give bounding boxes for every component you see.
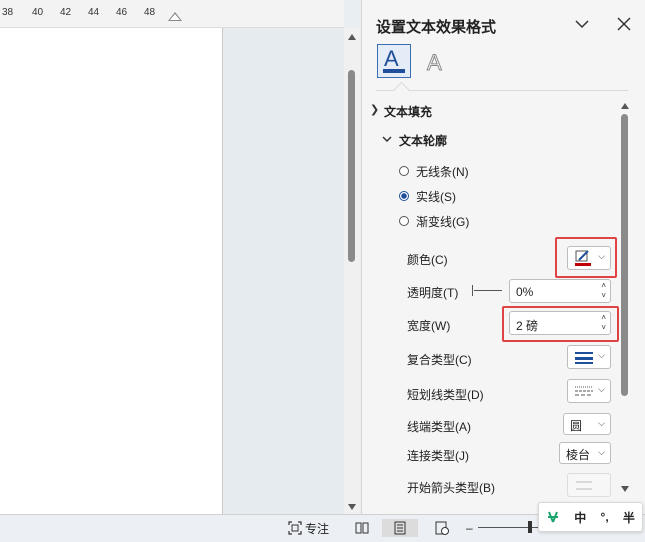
pane-scrollbar[interactable] — [618, 100, 632, 496]
ruler-tick: 48 — [144, 7, 156, 18]
print-layout-button[interactable] — [382, 519, 418, 537]
scroll-down-icon[interactable] — [621, 486, 629, 492]
web-layout-icon — [435, 521, 449, 535]
underline-bar — [383, 69, 405, 73]
page-icon — [394, 521, 406, 535]
ime-width[interactable]: 半 — [623, 509, 635, 526]
section-text-outline[interactable]: 文本轮廓 — [399, 132, 447, 149]
join-type-dropdown[interactable]: 棱台 ⌵ — [559, 442, 611, 464]
ruler-tick: 40 — [32, 7, 44, 18]
focus-icon — [288, 521, 302, 535]
spin-arrows-icon[interactable]: ˄ ˅ — [601, 281, 606, 301]
outline-color-dropdown[interactable]: ⌵ — [567, 246, 611, 270]
tab-divider — [376, 90, 628, 91]
web-layout-button[interactable] — [431, 519, 453, 537]
arrow-begin-dropdown — [567, 473, 611, 497]
chevron-down-icon: ⌵ — [598, 418, 605, 428]
format-text-effects-pane: 设置文本效果格式 A A ❯ 文本填充 文本轮廓 无线条(N) 实线(S) 渐变… — [361, 0, 645, 514]
transparency-spinner[interactable]: 0% ˄ ˅ — [509, 279, 611, 303]
arrow-type-icon — [576, 481, 592, 490]
document-scrollbar[interactable] — [344, 28, 360, 514]
width-label: 宽度(W) — [407, 319, 451, 333]
horizontal-ruler: 38 40 42 44 46 48 — [0, 0, 222, 28]
transparency-label: 透明度(T) — [407, 286, 459, 300]
radio-label: 渐变线(G) — [416, 214, 470, 229]
color-label: 颜色(C) — [407, 253, 448, 267]
book-icon — [355, 522, 369, 534]
dash-lines-icon — [575, 386, 593, 396]
cap-type-dropdown[interactable]: 圆 ⌵ — [563, 413, 611, 435]
text-effects-tab-icon[interactable]: A — [424, 48, 448, 76]
ruler-tick: 46 — [116, 7, 128, 18]
transparency-slider[interactable] — [472, 285, 502, 296]
svg-text:A: A — [427, 50, 442, 75]
join-type-label: 连接类型(J) — [407, 449, 469, 463]
chevron-down-icon: ⌵ — [598, 447, 605, 457]
chevron-down-icon: ⌵ — [598, 350, 605, 360]
radio-button[interactable] — [399, 216, 409, 226]
ime-logo-icon[interactable] — [546, 510, 560, 524]
chevron-down-icon: ⌵ — [598, 384, 605, 394]
radio-solid-line[interactable]: 实线(S) — [399, 188, 456, 204]
compound-lines-icon — [575, 352, 593, 364]
radio-no-line[interactable]: 无线条(N) — [399, 163, 469, 179]
chevron-right-icon[interactable]: ❯ — [370, 103, 379, 116]
scroll-thumb[interactable] — [348, 70, 355, 262]
cap-type-label: 线端类型(A) — [407, 420, 471, 434]
join-type-value: 棱台 — [566, 448, 591, 462]
document-background — [223, 28, 344, 514]
zoom-slider-thumb[interactable] — [528, 521, 532, 533]
read-mode-button[interactable] — [351, 519, 373, 537]
ime-punctuation[interactable]: °, — [601, 510, 609, 524]
text-fill-outline-tab[interactable]: A — [377, 44, 411, 78]
ime-mode[interactable]: 中 — [574, 509, 586, 526]
focus-mode-button[interactable]: 专注 — [288, 519, 329, 537]
scroll-down-icon[interactable] — [348, 504, 356, 510]
radio-label: 无线条(N) — [416, 164, 469, 179]
ruler-tick: 38 — [2, 7, 14, 18]
scroll-thumb[interactable] — [621, 114, 628, 396]
radio-gradient-line[interactable]: 渐变线(G) — [399, 213, 469, 229]
right-indent-marker[interactable] — [168, 12, 182, 21]
radio-button-selected[interactable] — [399, 191, 409, 201]
zoom-out-icon[interactable]: – — [466, 519, 473, 537]
dash-type-label: 短划线类型(D) — [407, 388, 484, 402]
chevron-down-icon: ⌵ — [598, 251, 605, 261]
compound-type-dropdown[interactable]: ⌵ — [567, 345, 611, 369]
dash-type-dropdown[interactable]: ⌵ — [567, 379, 611, 403]
section-text-fill[interactable]: 文本填充 — [384, 103, 432, 120]
radio-label: 实线(S) — [416, 189, 456, 204]
close-icon[interactable] — [614, 14, 634, 34]
transparency-value[interactable]: 0% — [516, 285, 533, 299]
document-page[interactable] — [0, 28, 223, 514]
radio-button[interactable] — [399, 166, 409, 176]
ruler-tick: 44 — [88, 7, 100, 18]
pen-color-icon — [575, 250, 591, 266]
compound-type-label: 复合类型(C) — [407, 353, 472, 367]
focus-label: 专注 — [305, 521, 330, 536]
chevron-down-icon[interactable] — [382, 134, 392, 144]
scroll-up-icon[interactable] — [621, 103, 629, 109]
width-spinner[interactable]: 2 磅 ˄ ˅ — [509, 311, 611, 335]
spin-arrows-icon[interactable]: ˄ ˅ — [601, 313, 606, 333]
scroll-up-icon[interactable] — [348, 34, 356, 40]
arrow-begin-label: 开始箭头类型(B) — [407, 481, 495, 495]
pane-options-chevron-down-icon[interactable] — [572, 14, 592, 34]
pane-title: 设置文本效果格式 — [376, 19, 497, 36]
width-value[interactable]: 2 磅 — [516, 317, 538, 334]
ime-toolbar: 中 °, 半 — [538, 502, 643, 532]
ruler-tick: 42 — [60, 7, 72, 18]
ruler-gray-area — [222, 0, 344, 28]
cap-type-value: 圆 — [570, 419, 583, 433]
